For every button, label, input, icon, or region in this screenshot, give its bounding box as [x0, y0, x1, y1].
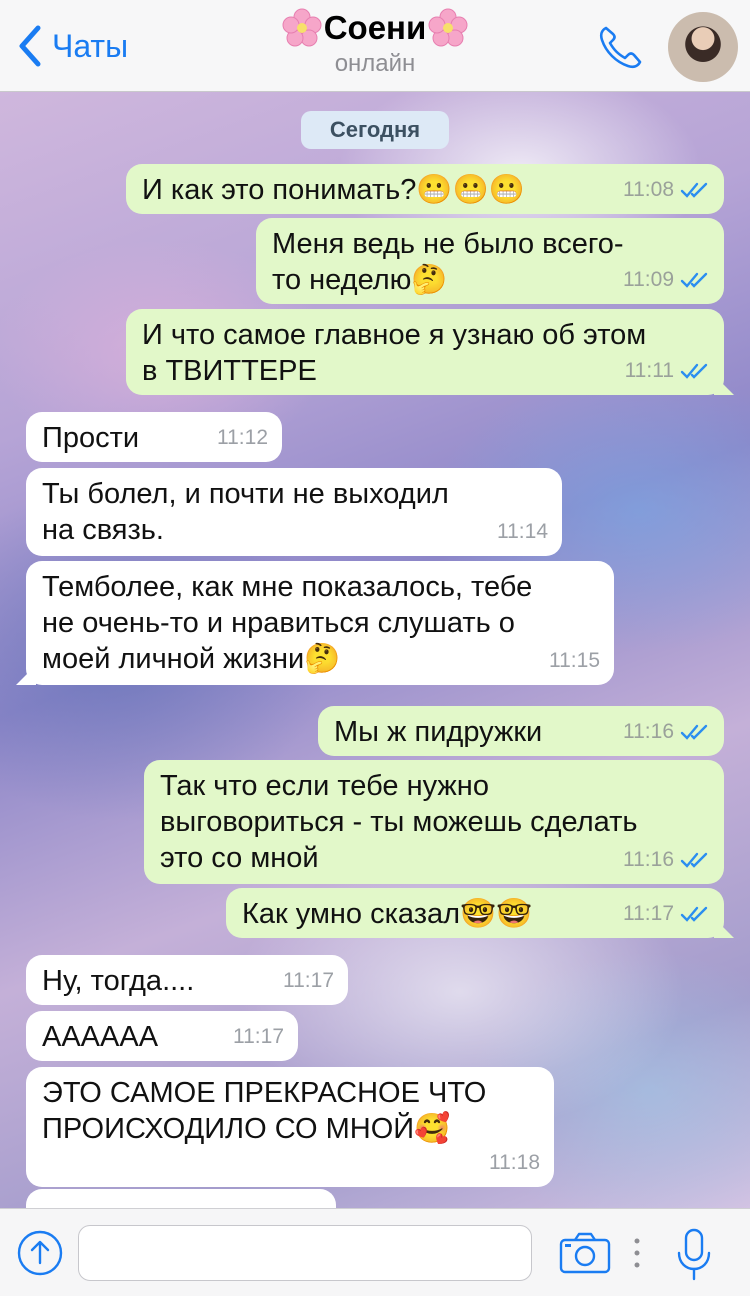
message-time: 11:17 — [283, 969, 334, 992]
message-bubble-outgoing[interactable]: И что самое главное я узнаю об этом в ТВ… — [126, 309, 724, 395]
message-bubble-incoming[interactable]: АААААА 11:17 — [26, 1011, 298, 1061]
message-time: 11:12 — [217, 426, 268, 449]
contact-name: Соени — [323, 9, 427, 46]
message-time: 11:17 — [233, 1025, 284, 1048]
back-button[interactable]: Чаты — [16, 24, 128, 68]
chat-header: Чаты Соени онлайн — [0, 0, 750, 92]
message-bubble-outgoing[interactable]: Меня ведь не было всего- то неделю🤔 11:0… — [256, 218, 724, 304]
message-text: И что самое главное я узнаю об этом в ТВ… — [142, 319, 647, 387]
message-bubble-outgoing[interactable]: И как это понимать?😬😬😬 11:08 — [126, 164, 724, 214]
message-bubble-outgoing[interactable]: Как умно сказал🤓🤓 11:17 — [226, 888, 724, 938]
message-time: 11:11 — [624, 359, 674, 382]
message-bubble-incoming[interactable]: Ты болел, и почти не выходил на связь. 1… — [26, 468, 562, 556]
more-dots-icon — [634, 1238, 640, 1268]
message-time: 11:17 — [623, 902, 674, 925]
message-bubble-outgoing[interactable]: Так что если тебе нужно выговориться - т… — [144, 760, 724, 884]
message-text: Темболее, как мне показалось, тебе не оч… — [42, 571, 533, 675]
message-text: ЭТО САМОЕ ПРЕКРАСНОЕ ЧТО ПРОИСХОДИЛО СО … — [42, 1077, 487, 1145]
message-bubble-incoming[interactable]: ЭТО САМОЕ ПРЕКРАСНОЕ ЧТО ПРОИСХОДИЛО СО … — [26, 1067, 554, 1187]
double-check-icon — [680, 182, 708, 198]
flower-icon — [282, 8, 322, 47]
message-time: 11:08 — [623, 178, 674, 201]
message-time: 11:16 — [623, 720, 674, 743]
message-bubble-incoming[interactable] — [26, 1189, 336, 1208]
avatar[interactable] — [668, 12, 738, 82]
phone-icon[interactable] — [596, 22, 646, 72]
back-label: Чаты — [52, 27, 129, 64]
composer-bar — [0, 1208, 750, 1296]
contact-info[interactable]: Соени онлайн — [220, 8, 530, 78]
message-bubble-incoming[interactable]: Темболее, как мне показалось, тебе не оч… — [26, 561, 614, 685]
date-separator: Сегодня — [301, 111, 449, 149]
message-input[interactable] — [78, 1225, 532, 1281]
flower-icon — [428, 8, 468, 47]
double-check-icon — [680, 852, 708, 868]
message-time: 11:09 — [623, 268, 674, 291]
double-check-icon — [680, 906, 708, 922]
message-time: 11:14 — [497, 520, 548, 543]
double-check-icon — [680, 363, 708, 379]
chevron-left-icon — [19, 25, 41, 67]
message-time: 11:18 — [489, 1151, 540, 1174]
message-text: Ты болел, и почти не выходил на связь. — [42, 478, 449, 546]
message-time: 11:15 — [549, 649, 600, 672]
upload-arrow-icon[interactable] — [16, 1229, 64, 1277]
camera-icon[interactable] — [558, 1231, 612, 1275]
double-check-icon — [680, 272, 708, 288]
contact-status: онлайн — [334, 50, 416, 77]
message-bubble-incoming[interactable]: Прости 11:12 — [26, 412, 282, 462]
message-time: 11:16 — [623, 848, 674, 871]
message-list[interactable]: Сегодня И как это понимать?😬😬😬 11:08 Мен… — [0, 92, 750, 1208]
message-bubble-incoming[interactable]: Ну, тогда.... 11:17 — [26, 955, 348, 1005]
double-check-icon — [680, 724, 708, 740]
mic-icon[interactable] — [674, 1227, 714, 1283]
message-bubble-outgoing[interactable]: Мы ж пидружки 11:16 — [318, 706, 724, 756]
